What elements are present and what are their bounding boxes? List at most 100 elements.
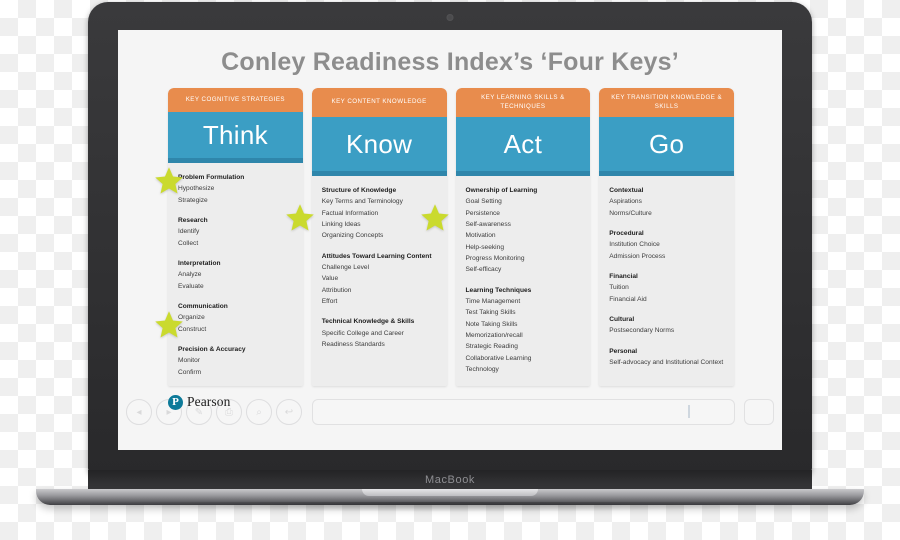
group-item: Help-seeking bbox=[465, 243, 504, 251]
group: Personal Self-advocacy and Institutional… bbox=[609, 346, 724, 369]
column-know[interactable]: KEY CONTENT KNOWLEDGE Know Structure of … bbox=[311, 88, 447, 386]
group-item: Collect bbox=[178, 239, 199, 247]
group-title: Communication bbox=[178, 303, 228, 311]
webcam-icon bbox=[446, 14, 454, 21]
group-item: Time Management bbox=[465, 297, 521, 305]
group-title: Technical Knowledge & Skills bbox=[321, 318, 415, 326]
group-item: Memorization/recall bbox=[465, 331, 523, 339]
four-keys-columns: KEY COGNITIVE STRATEGIES Think Problem F… bbox=[168, 88, 734, 386]
group-item: Value bbox=[321, 275, 339, 283]
group-item: Confirm bbox=[178, 368, 202, 376]
group-item: Self-efficacy bbox=[465, 266, 502, 274]
column-key-label: Think bbox=[202, 119, 268, 150]
star-marker-communication bbox=[155, 311, 183, 338]
group: Ownership of Learning Goal Setting Persi… bbox=[466, 185, 581, 276]
group-item: Specific College and Career Readiness St… bbox=[321, 329, 404, 348]
group-item: Aspirations bbox=[609, 198, 642, 206]
laptop-screen: Conley Readiness Index’s ‘Four Keys’ KEY… bbox=[118, 30, 782, 450]
laptop-lid: Conley Readiness Index’s ‘Four Keys’ KEY… bbox=[88, 2, 812, 474]
column-body-act: Ownership of Learning Goal Setting Persi… bbox=[455, 176, 591, 386]
column-eyebrow-know: KEY CONTENT KNOWLEDGE bbox=[311, 88, 447, 117]
device-label: MacBook bbox=[424, 474, 476, 486]
group-item: Motivation bbox=[465, 232, 496, 240]
group: Technical Knowledge & Skills Specific Co… bbox=[322, 316, 437, 350]
column-key-label: Act bbox=[503, 128, 543, 159]
group-item: Institution Choice bbox=[609, 241, 660, 249]
column-body-think: Problem Formulation Hypothesize Strategi… bbox=[168, 163, 303, 386]
text-caret bbox=[688, 405, 690, 418]
column-go[interactable]: KEY TRANSITION KNOWLEDGE & SKILLS Go Con… bbox=[599, 88, 734, 386]
macbook-device: Conley Readiness Index’s ‘Four Keys’ KEY… bbox=[0, 0, 900, 540]
column-body-go: Contextual Aspirations Norms/Culture Pro… bbox=[599, 176, 734, 386]
group: Procedural Institution Choice Admission … bbox=[609, 228, 724, 262]
group-item: Persistence bbox=[465, 209, 500, 217]
presentation-slide: Conley Readiness Index’s ‘Four Keys’ KEY… bbox=[118, 30, 782, 450]
group-item: Note Taking Skills bbox=[465, 320, 518, 328]
column-think[interactable]: KEY COGNITIVE STRATEGIES Think Problem F… bbox=[168, 88, 303, 386]
group-item: Attribution bbox=[321, 286, 352, 294]
group-title: Attitudes Toward Learning Content bbox=[321, 252, 432, 260]
group-title: Procedural bbox=[609, 229, 644, 237]
page-title: Conley Readiness Index’s ‘Four Keys’ bbox=[221, 48, 679, 76]
group-item: Hypothesize bbox=[178, 185, 215, 193]
pearson-wordmark: Pearson bbox=[187, 394, 231, 409]
group-item: Norms/Culture bbox=[609, 209, 652, 217]
group-title: Precision & Accuracy bbox=[178, 346, 246, 354]
ghost-text-field[interactable] bbox=[312, 399, 735, 425]
group-item: Analyze bbox=[178, 271, 202, 279]
group: Precision & Accuracy Monitor Confirm bbox=[178, 344, 293, 378]
column-key-know: Know bbox=[311, 117, 447, 176]
back-icon[interactable]: ◂ bbox=[126, 399, 152, 425]
column-key-label: Go bbox=[648, 128, 685, 159]
group-item: Self-advocacy and Institutional Context bbox=[609, 358, 724, 366]
group-title: Structure of Knowledge bbox=[321, 187, 397, 194]
group-title: Personal bbox=[609, 347, 638, 355]
laptop-shadow bbox=[60, 502, 840, 512]
pearson-p-icon: P bbox=[168, 394, 183, 410]
column-key-think: Think bbox=[168, 112, 303, 164]
column-eyebrow-go: KEY TRANSITION KNOWLEDGE & SKILLS bbox=[599, 88, 734, 117]
group: Cultural Postsecondary Norms bbox=[609, 314, 724, 337]
group-item: Technology bbox=[465, 365, 499, 373]
group-item: Effort bbox=[321, 297, 338, 305]
group-item: Monitor bbox=[178, 357, 200, 365]
star-marker-motivation bbox=[421, 204, 449, 231]
group: Research Identify Collect bbox=[178, 215, 293, 249]
group: Interpretation Analyze Evaluate bbox=[178, 258, 293, 292]
group: Communication Organize Construct bbox=[178, 301, 293, 335]
group: Learning Techniques Time Management Test… bbox=[466, 285, 581, 376]
group: Attitudes Toward Learning Content Challe… bbox=[322, 251, 437, 308]
group-item: Financial Aid bbox=[609, 295, 647, 303]
group-title: Problem Formulation bbox=[178, 174, 245, 182]
group-item: Identify bbox=[178, 228, 200, 236]
ghost-side-panel[interactable] bbox=[744, 399, 774, 425]
group-title: Learning Techniques bbox=[465, 286, 532, 294]
group-item: Test Taking Skills bbox=[465, 309, 516, 317]
column-eyebrow-think: KEY COGNITIVE STRATEGIES bbox=[168, 88, 303, 113]
group: Financial Tuition Financial Aid bbox=[609, 271, 724, 305]
group-item: Evaluate bbox=[178, 282, 204, 290]
group-title: Cultural bbox=[609, 315, 635, 323]
zoom-icon[interactable]: ⌕ bbox=[246, 399, 272, 425]
column-act[interactable]: KEY LEARNING SKILLS & TECHNIQUES Act Own… bbox=[455, 88, 591, 386]
group-item: Strategic Reading bbox=[465, 343, 518, 351]
group: Contextual Aspirations Norms/Culture bbox=[609, 185, 724, 219]
group-title: Contextual bbox=[609, 187, 644, 194]
group-item: Postsecondary Norms bbox=[609, 327, 675, 335]
group-title: Research bbox=[178, 217, 208, 225]
group-item: Admission Process bbox=[609, 252, 666, 260]
undo-icon[interactable]: ↩ bbox=[276, 399, 302, 425]
star-marker-problem-formulation bbox=[155, 167, 183, 194]
column-key-go: Go bbox=[599, 117, 734, 176]
group-item: Challenge Level bbox=[321, 263, 370, 271]
group-item: Organize bbox=[178, 314, 205, 322]
group-item: Progress Monitoring bbox=[465, 254, 525, 262]
column-eyebrow-act: KEY LEARNING SKILLS & TECHNIQUES bbox=[455, 88, 591, 117]
group-title: Interpretation bbox=[178, 260, 221, 268]
column-key-act: Act bbox=[455, 117, 591, 176]
star-marker-attitudes bbox=[286, 204, 314, 231]
group-item: Construct bbox=[178, 325, 207, 333]
group-title: Ownership of Learning bbox=[465, 187, 538, 194]
laptop-base-notch bbox=[362, 489, 538, 496]
group-item: Strategize bbox=[178, 196, 208, 204]
